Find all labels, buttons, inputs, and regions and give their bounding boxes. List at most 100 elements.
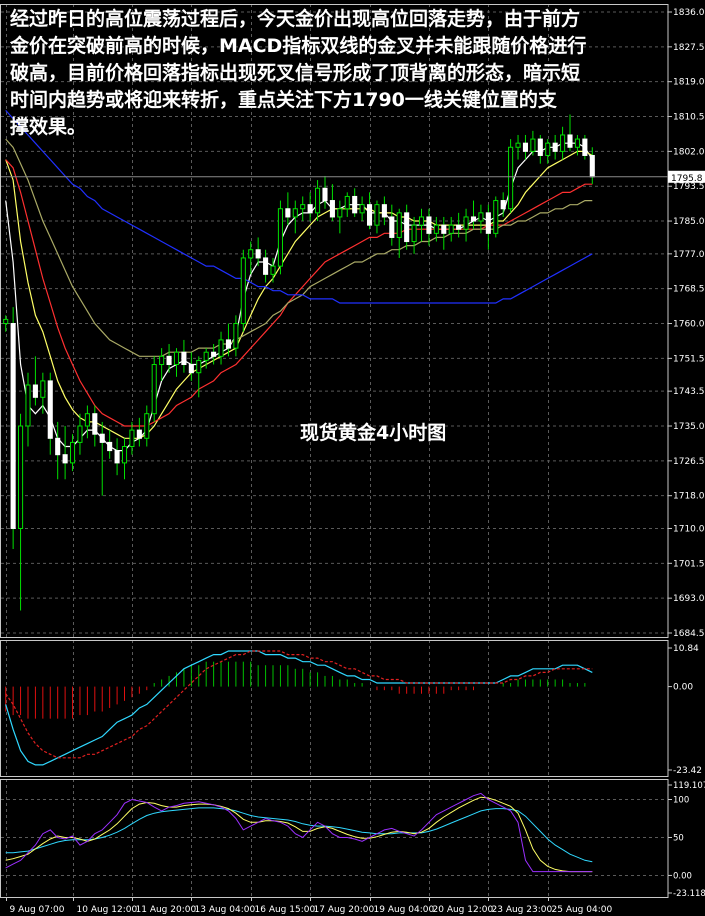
candle xyxy=(181,339,187,373)
candle-body xyxy=(329,200,335,218)
macd-tick-label: 10.84 xyxy=(673,644,699,654)
candle xyxy=(344,192,350,217)
candle-body xyxy=(173,351,180,366)
candle-body xyxy=(381,204,387,218)
chart-title: 现货黄金4小时图 xyxy=(300,422,447,444)
candle-body xyxy=(211,351,217,357)
candle xyxy=(84,405,90,439)
candle-body xyxy=(255,249,261,259)
candle-body xyxy=(263,257,269,275)
time-tick-label: 16 Aug 15:00 xyxy=(255,905,316,915)
time-tick-label: 25 Aug 04:00 xyxy=(552,905,613,915)
candle xyxy=(32,356,38,406)
candle-body xyxy=(121,445,128,464)
candle xyxy=(47,372,53,455)
candle-body xyxy=(69,441,76,464)
moving-average-lines xyxy=(5,109,593,452)
candle xyxy=(352,188,358,217)
candle-body xyxy=(136,429,142,439)
price-tick-label: 1701.5 xyxy=(673,559,705,569)
candle xyxy=(55,421,61,480)
candle-body xyxy=(418,216,425,226)
candle-body xyxy=(389,216,395,238)
candle-body xyxy=(32,384,38,398)
candle-body xyxy=(463,216,469,230)
candle xyxy=(315,180,321,222)
candle-body xyxy=(225,339,232,349)
candle xyxy=(329,184,335,222)
candle-body xyxy=(277,208,283,267)
candle-body xyxy=(537,138,543,156)
candle-body xyxy=(107,441,113,452)
candle xyxy=(411,216,417,254)
candle-body xyxy=(500,200,506,210)
candle xyxy=(62,426,68,480)
candle-body xyxy=(47,380,53,439)
macd-tick-label: 0.00 xyxy=(673,683,693,693)
candle-body xyxy=(478,212,484,222)
candle-body xyxy=(426,216,432,234)
candle-body xyxy=(188,364,194,374)
time-tick-label: 9 Aug 07:00 xyxy=(10,905,65,915)
candle xyxy=(493,196,499,238)
time-tick-label: 19 Aug 04:00 xyxy=(374,905,435,915)
candle xyxy=(374,200,380,234)
candle xyxy=(121,438,128,480)
candle-body xyxy=(352,195,358,214)
candle xyxy=(300,196,306,222)
price-tick-label: 1693.0 xyxy=(673,594,705,604)
time-tick-label: 20 Aug 12:00 xyxy=(433,905,494,915)
candle xyxy=(322,175,328,209)
candle xyxy=(173,348,180,377)
candle xyxy=(248,241,254,275)
candle-body xyxy=(545,142,551,156)
candle-body xyxy=(10,323,16,529)
candle-body xyxy=(396,212,402,238)
candle xyxy=(233,315,239,357)
candle-body xyxy=(25,384,31,427)
candle-body xyxy=(84,413,90,427)
price-tick-label: 1726.5 xyxy=(673,457,705,467)
candle xyxy=(99,421,105,496)
candle xyxy=(263,249,269,283)
candle-body xyxy=(114,450,120,464)
candle xyxy=(136,417,142,447)
candle xyxy=(389,204,395,246)
candle xyxy=(25,372,31,447)
candle-body xyxy=(300,204,306,210)
candle xyxy=(10,307,16,549)
candle-body xyxy=(485,212,491,234)
candle-body xyxy=(62,454,68,464)
price-tick-label: 1827.5 xyxy=(673,43,705,53)
candlestick-series xyxy=(3,114,595,611)
candle xyxy=(396,208,402,258)
time-tick-label: 23 Aug 23:00 xyxy=(492,905,553,915)
commentary-line: 时间内趋势或将迎来转折，重点关注下方1790一线关键位置的支 xyxy=(10,89,557,111)
candle-body xyxy=(404,212,410,243)
candle xyxy=(188,352,194,381)
price-tick-label: 1836.0 xyxy=(673,8,705,18)
time-tick-label: 10 Aug 12:00 xyxy=(77,905,138,915)
candle-body xyxy=(522,142,529,152)
candle xyxy=(307,192,313,222)
candle xyxy=(292,200,298,234)
candle-body xyxy=(515,142,521,148)
candle-body xyxy=(285,208,291,218)
candle-body xyxy=(196,359,202,374)
candle-body xyxy=(181,351,187,366)
candle xyxy=(107,430,113,459)
candle xyxy=(359,196,365,222)
stochastic-tick-label: -23.1183 xyxy=(673,889,705,899)
commentary-line: 经过昨日的高位震荡过程后，今天金价出现高位回落走势，由于前方 xyxy=(10,8,581,30)
stochastic-indicator: 119.107 100 50 0.00 -23.1183 xyxy=(1,781,705,899)
commentary-line: 金价在突破前高的时候，MACD指标双线的金叉并未能跟随价格进行 xyxy=(10,35,587,57)
price-tick-label: 1768.5 xyxy=(673,285,705,295)
time-tick-label: 13 Aug 04:00 xyxy=(195,905,256,915)
candle xyxy=(418,208,425,242)
stochastic-tick-label: 50 xyxy=(673,833,684,843)
candle xyxy=(589,147,595,185)
candle-body xyxy=(99,433,105,443)
candle xyxy=(240,249,246,332)
candle-body xyxy=(3,318,9,325)
stochastic-tick-label: 100 xyxy=(673,796,689,806)
